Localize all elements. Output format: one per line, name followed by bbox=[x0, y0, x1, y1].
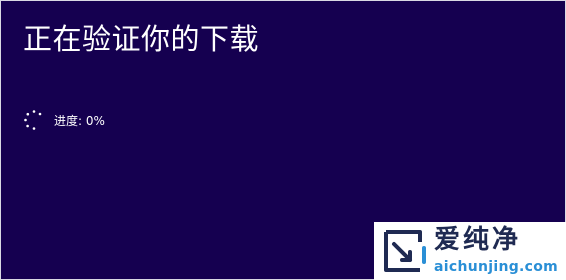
progress-indicator: 进度: 0% bbox=[23, 108, 105, 132]
site-watermark: 爱纯净 aichunjing.com bbox=[374, 222, 566, 280]
watermark-brand: 爱纯净 bbox=[434, 225, 522, 255]
progress-label: 进度: 0% bbox=[54, 113, 105, 128]
page-title: 正在验证你的下载 bbox=[23, 22, 260, 56]
loading-spinner-icon bbox=[24, 110, 42, 130]
watermark-url: aichunjing.com bbox=[434, 259, 559, 275]
aichunjing-logo-icon bbox=[384, 230, 426, 272]
